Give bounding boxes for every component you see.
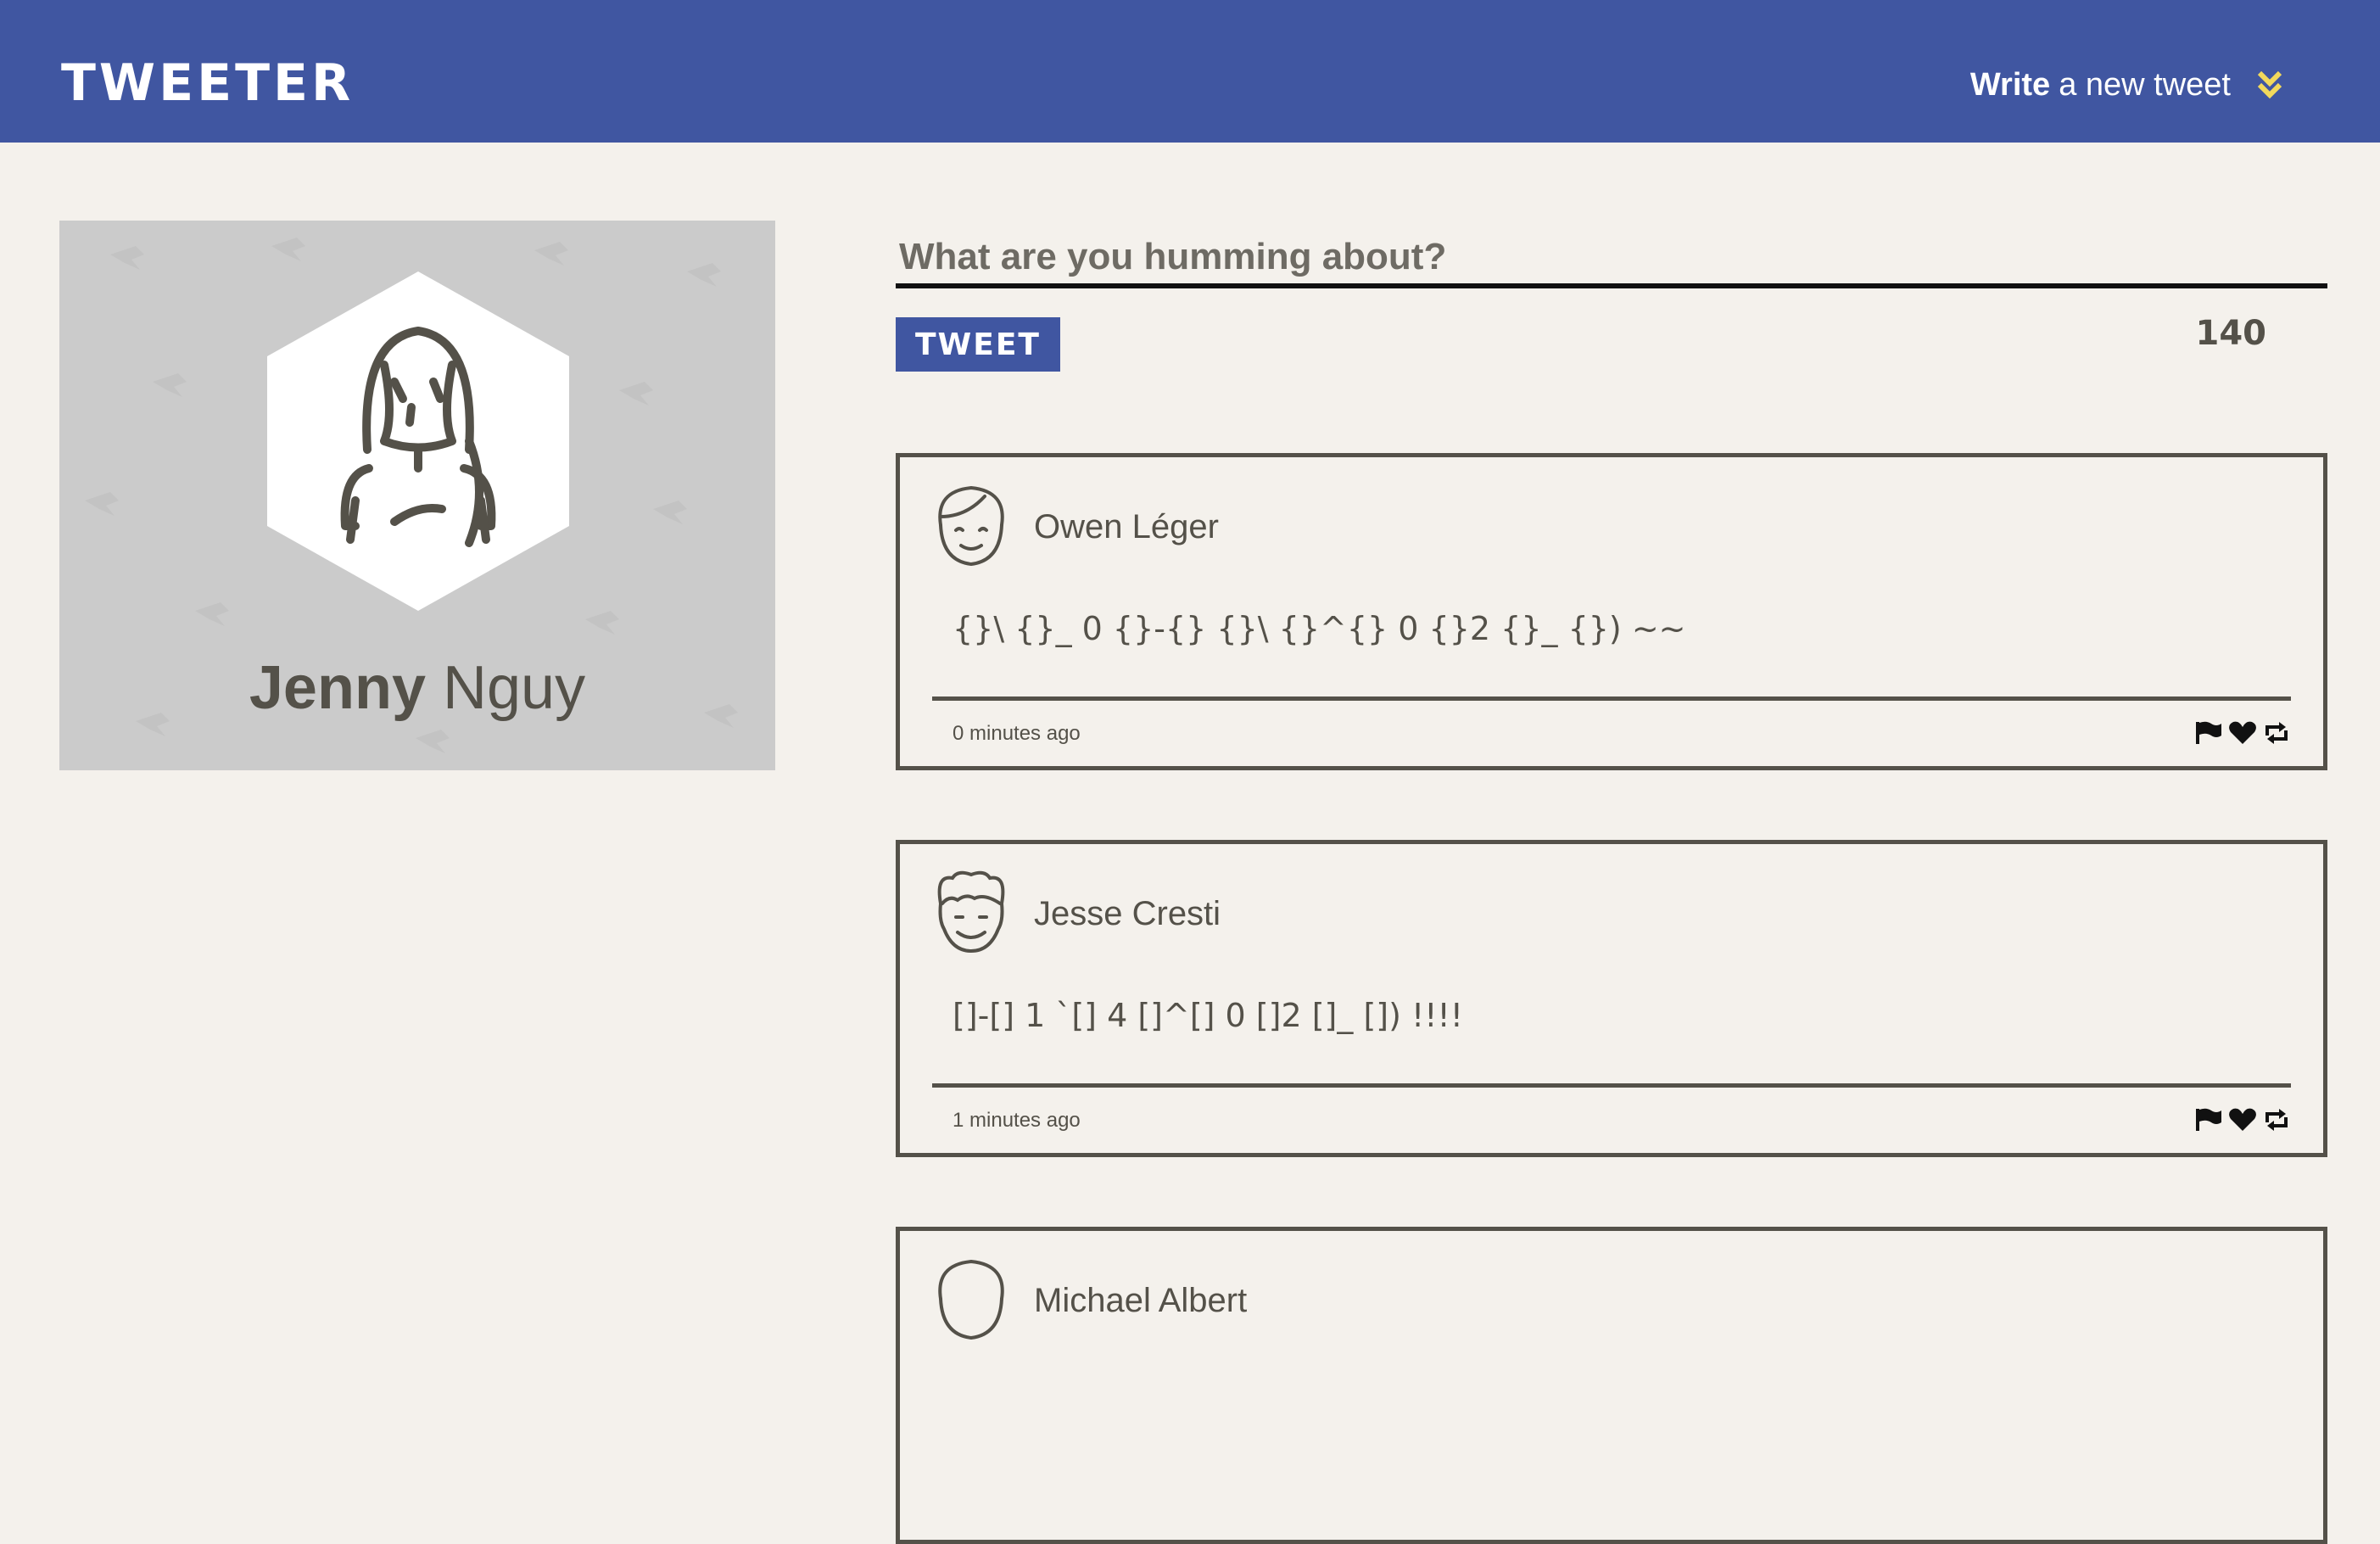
curly-hair-man-avatar-icon bbox=[937, 870, 1005, 954]
tweet-timestamp: 0 minutes ago bbox=[953, 722, 1081, 745]
tweet-content: []-[] 1 `[] 4 []^[] 0 []2 []_ []) !!!! bbox=[953, 997, 1463, 1034]
woman-avatar-icon bbox=[267, 271, 569, 611]
compose-toggle-label: a new tweet bbox=[2059, 66, 2231, 103]
tweet-card: Michael Albert bbox=[896, 1227, 2327, 1544]
site-logo[interactable]: TWEETER bbox=[61, 58, 354, 109]
tweet-card: Jesse Cresti []-[] 1 `[] 4 []^[] 0 []2 [… bbox=[896, 840, 2327, 1157]
retweet-icon[interactable] bbox=[2262, 1107, 2291, 1133]
tweet-actions bbox=[2194, 1107, 2291, 1133]
compose-toggle-strong: Write bbox=[1969, 66, 2051, 103]
retweet-icon[interactable] bbox=[2262, 720, 2291, 746]
heart-icon[interactable] bbox=[2228, 1107, 2257, 1133]
tweet-timestamp: 1 minutes ago bbox=[953, 1109, 1081, 1132]
tweet-author[interactable]: Jesse Cresti bbox=[1034, 895, 1221, 933]
tweet-composer: TWEET 140 bbox=[896, 229, 2327, 372]
double-chevron-down-icon bbox=[2257, 70, 2282, 99]
profile-first-name: Jenny bbox=[249, 654, 426, 722]
tweet-content: {}\ {}_ 0 {}-{} {}\ {}^{} 0 {}2 {}_ {}) … bbox=[953, 610, 1686, 647]
tweet-author[interactable]: Owen Léger bbox=[1034, 508, 1219, 546]
character-counter: 140 bbox=[2195, 314, 2267, 353]
flag-icon[interactable] bbox=[2194, 1107, 2223, 1133]
heart-icon[interactable] bbox=[2228, 720, 2257, 746]
smiling-man-avatar-icon bbox=[938, 485, 1004, 567]
write-new-tweet-toggle[interactable]: Write a new tweet bbox=[1970, 59, 2287, 110]
tweet-card: Owen Léger {}\ {}_ 0 {}-{} {}\ {}^{} 0 {… bbox=[896, 453, 2327, 770]
tweet-author[interactable]: Michael Albert bbox=[1034, 1282, 1247, 1320]
man-avatar-icon bbox=[938, 1259, 1004, 1340]
tweet-submit-button[interactable]: TWEET bbox=[896, 317, 1060, 372]
profile-name: Jenny Nguy bbox=[59, 657, 775, 719]
flag-icon[interactable] bbox=[2194, 720, 2223, 746]
profile-last-name: Nguy bbox=[443, 654, 586, 722]
profile-card: Jenny Nguy bbox=[59, 221, 775, 770]
tweet-divider bbox=[932, 1083, 2291, 1088]
tweet-text-input[interactable] bbox=[896, 229, 2327, 288]
tweet-actions bbox=[2194, 720, 2291, 746]
tweet-divider bbox=[932, 696, 2291, 701]
top-nav-bar: TWEETER Write a new tweet bbox=[0, 0, 2380, 143]
